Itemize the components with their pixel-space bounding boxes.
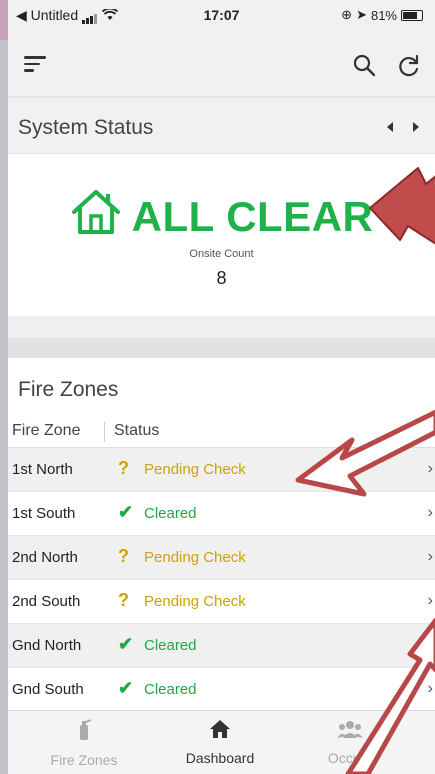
system-status-header: System Status	[8, 98, 435, 154]
zone-name: Gnd South	[12, 681, 84, 698]
hamburger-icon[interactable]	[24, 56, 46, 74]
system-status-title: System Status	[18, 116, 154, 139]
fire-zones-table-header: Fire Zone Status	[8, 416, 435, 448]
home-icon	[209, 720, 231, 743]
zone-name: 2nd South	[12, 593, 81, 610]
zone-name: Gnd North	[12, 637, 82, 654]
house-icon	[70, 188, 122, 246]
check-icon: ✔	[118, 678, 134, 698]
prev-arrow-icon[interactable]	[387, 122, 393, 132]
zone-status: Cleared	[144, 505, 197, 522]
app-screen: ◀ Untitled 17:07 ⊕ ➤ 81% System Status A…	[8, 0, 435, 774]
fire-zones-table-body: 1st North ? Pending Check › 1st South ✔ …	[8, 448, 435, 712]
app-header	[8, 34, 435, 96]
all-clear-indicator: ALL CLEAR	[8, 188, 435, 246]
question-icon: ?	[118, 458, 129, 478]
table-row[interactable]: 2nd South ? Pending Check ›	[8, 580, 435, 624]
tab-dashboard-label: Dashboard	[185, 750, 255, 766]
all-clear-text: ALL CLEAR	[131, 193, 374, 240]
bottom-navigation: Fire Zones Dashboard Occu...	[8, 710, 435, 774]
zone-status: Cleared	[144, 681, 197, 698]
table-row[interactable]: 1st South ✔ Cleared ›	[8, 492, 435, 536]
fire-zones-title: Fire Zones	[18, 378, 119, 401]
system-status-body: ALL CLEAR Onsite Count 8	[8, 154, 435, 316]
tab-fire-zones-label: Fire Zones	[50, 752, 118, 768]
table-row[interactable]: Gnd North ✔ Cleared ›	[8, 624, 435, 668]
zone-status: Cleared	[144, 637, 197, 654]
column-header-status[interactable]: Status	[114, 422, 159, 440]
onsite-count-value: 8	[216, 268, 227, 288]
check-icon: ✔	[118, 634, 134, 654]
chevron-right-icon: ›	[427, 504, 433, 521]
zone-status: Pending Check	[144, 549, 246, 566]
zone-name: 2nd North	[12, 549, 78, 566]
question-icon: ?	[118, 546, 129, 566]
tab-fire-zones[interactable]: Fire Zones	[24, 719, 144, 768]
fire-zones-header: Fire Zones	[8, 358, 435, 416]
next-arrow-icon[interactable]	[413, 122, 419, 132]
chevron-right-icon: ›	[427, 548, 433, 565]
table-row[interactable]: 2nd North ? Pending Check ›	[8, 536, 435, 580]
chevron-right-icon: ›	[427, 636, 433, 653]
check-icon: ✔	[118, 502, 134, 522]
question-icon: ?	[118, 590, 129, 610]
users-icon	[336, 721, 364, 743]
zone-status: Pending Check	[144, 461, 246, 478]
zone-name: 1st South	[12, 505, 76, 522]
status-right: ⊕ ➤ 81%	[341, 7, 423, 23]
zone-status: Pending Check	[144, 593, 246, 610]
zone-name: 1st North	[12, 461, 73, 478]
table-row[interactable]: Gnd South ✔ Cleared ›	[8, 668, 435, 712]
tab-occupants-label: Occu...	[327, 750, 373, 766]
battery-percent: 81%	[370, 7, 397, 23]
column-divider	[104, 422, 105, 442]
battery-icon	[401, 9, 423, 21]
location-icon: ➤	[356, 7, 367, 22]
chevron-right-icon: ›	[427, 680, 433, 697]
chevron-right-icon: ›	[427, 592, 433, 609]
onsite-count-label: Onsite Count	[189, 248, 254, 260]
refresh-icon[interactable]	[395, 52, 423, 80]
column-header-fire-zone[interactable]: Fire Zone	[12, 422, 80, 440]
tab-occupants[interactable]: Occu...	[290, 719, 410, 766]
tab-dashboard[interactable]: Dashboard	[160, 719, 280, 766]
section-spacer	[8, 316, 435, 338]
search-icon[interactable]	[351, 52, 379, 80]
section-spacer	[8, 338, 435, 358]
chevron-right-icon: ›	[427, 460, 433, 477]
status-bar: ◀ Untitled 17:07 ⊕ ➤ 81%	[8, 0, 435, 34]
lock-rotation-icon: ⊕	[341, 7, 353, 22]
table-row[interactable]: 1st North ? Pending Check ›	[8, 448, 435, 492]
fire-extinguisher-icon	[75, 719, 93, 745]
